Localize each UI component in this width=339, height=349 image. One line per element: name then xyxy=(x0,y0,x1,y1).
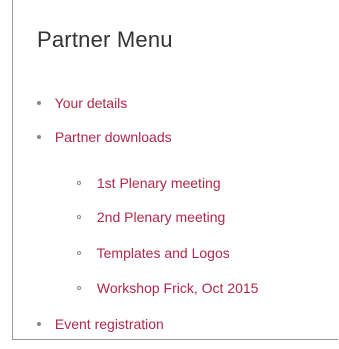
menu-subitem-templates-logos: Templates and Logos xyxy=(77,245,230,261)
hollow-bullet-icon xyxy=(77,215,81,220)
hollow-bullet-icon xyxy=(77,181,81,186)
bullet-icon xyxy=(37,101,41,106)
partner-menu-panel: Partner Menu Your details Partner downlo… xyxy=(12,0,338,340)
your-details-link[interactable]: Your details xyxy=(55,95,128,111)
menu-subitem-1st-plenary: 1st Plenary meeting xyxy=(77,175,221,191)
2nd-plenary-link[interactable]: 2nd Plenary meeting xyxy=(97,209,225,225)
event-registration-link[interactable]: Event registration xyxy=(55,316,164,332)
partner-menu-title: Partner Menu xyxy=(37,27,173,52)
bullet-icon xyxy=(37,322,41,327)
templates-logos-link[interactable]: Templates and Logos xyxy=(97,245,230,261)
hollow-bullet-icon xyxy=(77,251,81,256)
menu-item-your-details: Your details xyxy=(37,95,127,111)
menu-item-partner-downloads: Partner downloads xyxy=(37,129,172,145)
1st-plenary-link[interactable]: 1st Plenary meeting xyxy=(97,175,221,191)
workshop-frick-link[interactable]: Workshop Frick, Oct 2015 xyxy=(97,280,259,296)
partner-downloads-link[interactable]: Partner downloads xyxy=(55,129,172,145)
bullet-icon xyxy=(37,135,41,140)
menu-item-event-registration: Event registration xyxy=(37,316,164,332)
menu-subitem-workshop-frick: Workshop Frick, Oct 2015 xyxy=(77,280,258,296)
menu-subitem-2nd-plenary: 2nd Plenary meeting xyxy=(77,209,225,225)
hollow-bullet-icon xyxy=(77,286,81,291)
